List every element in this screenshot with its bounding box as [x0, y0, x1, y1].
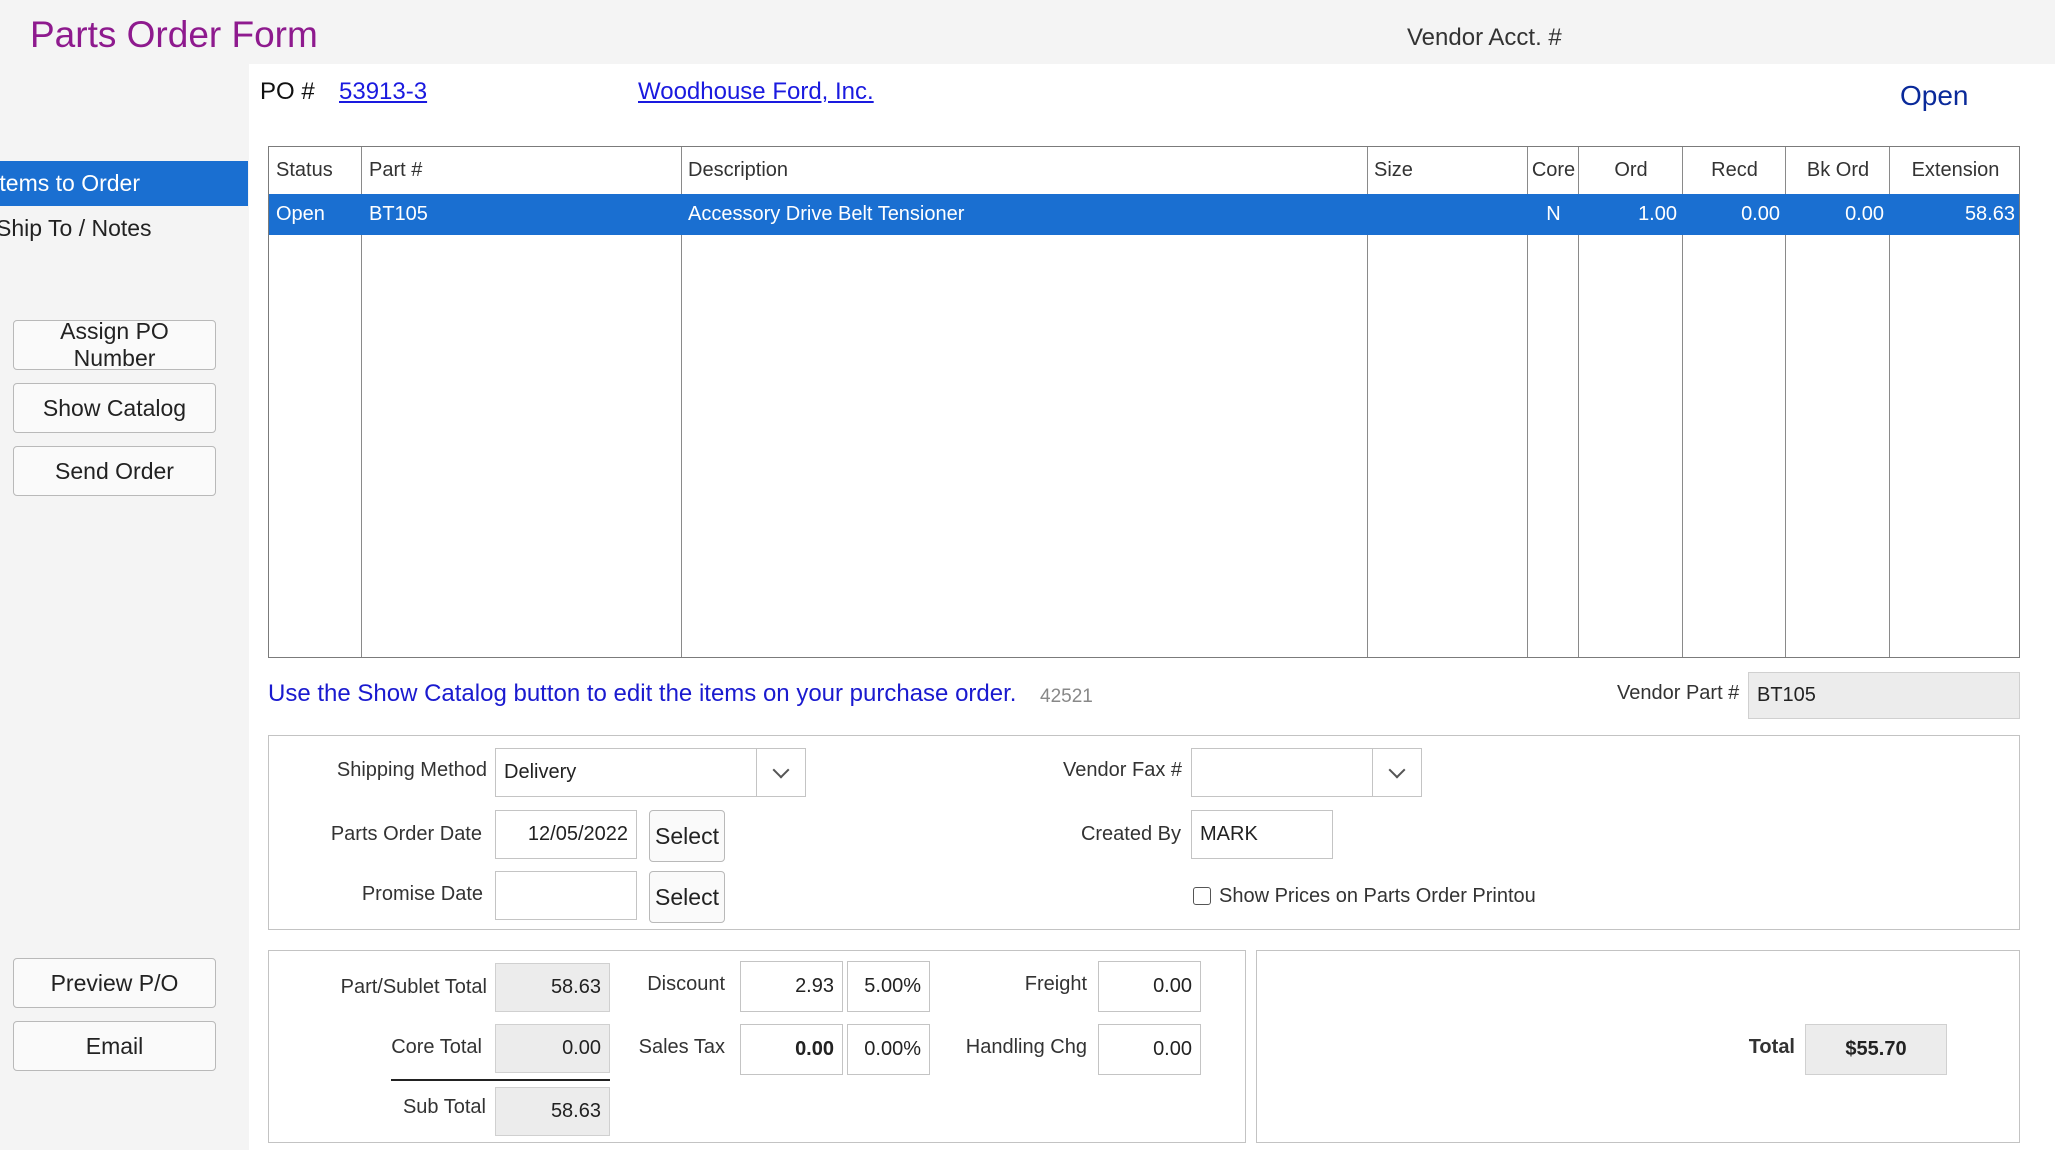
- cell-description: Accessory Drive Belt Tensioner: [688, 203, 965, 225]
- record-number: 42521: [1040, 686, 1093, 707]
- chevron-down-icon[interactable]: [1372, 749, 1421, 796]
- cell-size: [1368, 194, 1528, 235]
- vendor-part-field[interactable]: BT105: [1748, 672, 2020, 719]
- header-status[interactable]: Status: [276, 147, 333, 194]
- email-button[interactable]: Email: [13, 1021, 216, 1071]
- parts-order-date-field[interactable]: 12/05/2022: [495, 810, 637, 859]
- vendor-acct-label: Vendor Acct. #: [1407, 24, 1562, 51]
- freight-field[interactable]: 0.00: [1098, 961, 1201, 1012]
- preview-po-button[interactable]: Preview P/O: [13, 958, 216, 1008]
- sales-tax-percent-field[interactable]: 0.00%: [847, 1024, 930, 1075]
- freight-label: Freight: [1024, 973, 1087, 995]
- show-catalog-button[interactable]: Show Catalog: [13, 383, 216, 433]
- core-total-label: Core Total: [391, 1036, 482, 1058]
- cell-status: Open: [276, 203, 325, 225]
- show-prices-label: Show Prices on Parts Order Printou: [1219, 885, 1536, 907]
- sub-total-label: Sub Total: [402, 1096, 486, 1118]
- part-sublet-total-value: 58.63: [495, 963, 610, 1012]
- header-ord[interactable]: Ord: [1579, 147, 1683, 194]
- send-order-button[interactable]: Send Order: [13, 446, 216, 496]
- discount-amount-field[interactable]: 2.93: [740, 961, 843, 1012]
- shipping-method-label: Shipping Method: [336, 759, 487, 781]
- part-sublet-total-label: Part/Sublet Total: [340, 976, 487, 998]
- header-extension[interactable]: Extension: [1890, 147, 2019, 194]
- assign-po-number-button[interactable]: Assign PO Number: [13, 318, 216, 371]
- show-prices-checkbox[interactable]: [1193, 887, 1211, 905]
- header-description[interactable]: Description: [688, 147, 788, 194]
- cell-part: BT105: [369, 203, 428, 225]
- order-status: Open: [1900, 80, 1969, 111]
- vendor-fax-dropdown[interactable]: [1191, 748, 1422, 797]
- sales-tax-amount-field[interactable]: 0.00: [740, 1024, 843, 1075]
- cell-recd: 0.00: [1741, 203, 1780, 225]
- created-by-label: Created By: [1080, 823, 1181, 845]
- promise-date-field[interactable]: [495, 871, 637, 920]
- shipping-method-dropdown[interactable]: Delivery: [495, 748, 806, 797]
- header-part[interactable]: Part #: [369, 147, 422, 194]
- po-label: PO #: [260, 78, 315, 105]
- po-number-link[interactable]: 53913-3: [339, 78, 427, 106]
- subtotal-divider: [391, 1079, 610, 1081]
- page-title: Parts Order Form: [30, 14, 318, 55]
- tab-ship-to-notes-label: Ship To / Notes: [0, 215, 152, 241]
- vendor-fax-label: Vendor Fax #: [1063, 759, 1182, 781]
- header-size[interactable]: Size: [1369, 147, 1413, 194]
- discount-percent-field[interactable]: 5.00%: [847, 961, 930, 1012]
- cell-extension: 58.63: [1964, 203, 2015, 225]
- promise-date-label: Promise Date: [361, 883, 483, 905]
- promise-date-select-button[interactable]: Select: [649, 871, 725, 923]
- sub-total-value: 58.63: [495, 1087, 610, 1136]
- vendor-part-label: Vendor Part #: [1617, 682, 1740, 704]
- vendor-name-link[interactable]: Woodhouse Ford, Inc.: [638, 78, 874, 106]
- core-total-value: 0.00: [495, 1024, 610, 1073]
- sales-tax-label: Sales Tax: [638, 1036, 725, 1058]
- total-value: $55.70: [1805, 1024, 1947, 1075]
- total-label: Total: [1748, 1036, 1795, 1058]
- tab-items-to-order-label: Items to Order: [0, 170, 140, 196]
- tab-items-to-order[interactable]: Items to Order: [0, 161, 248, 206]
- created-by-field[interactable]: MARK: [1191, 810, 1333, 859]
- tab-ship-to-notes[interactable]: Ship To / Notes: [0, 206, 248, 251]
- order-date-select-button[interactable]: Select: [649, 810, 725, 862]
- discount-label: Discount: [647, 973, 725, 995]
- header-core[interactable]: Core: [1528, 147, 1579, 194]
- cell-core: N: [1546, 203, 1561, 225]
- cell-ord: 1.00: [1638, 203, 1677, 225]
- header-bkord[interactable]: Bk Ord: [1786, 147, 1890, 194]
- handling-charge-label: Handling Chg: [965, 1036, 1087, 1058]
- chevron-down-icon[interactable]: [756, 749, 805, 796]
- handling-charge-field[interactable]: 0.00: [1098, 1024, 1201, 1075]
- shipping-method-value: Delivery: [504, 761, 577, 783]
- catalog-hint: Use the Show Catalog button to edit the …: [268, 680, 1017, 707]
- cell-bkord: 0.00: [1845, 203, 1884, 225]
- items-grid[interactable]: Status Part # Description Size Core Ord …: [268, 146, 2020, 658]
- parts-order-date-label: Parts Order Date: [330, 823, 482, 845]
- header-recd[interactable]: Recd: [1683, 147, 1786, 194]
